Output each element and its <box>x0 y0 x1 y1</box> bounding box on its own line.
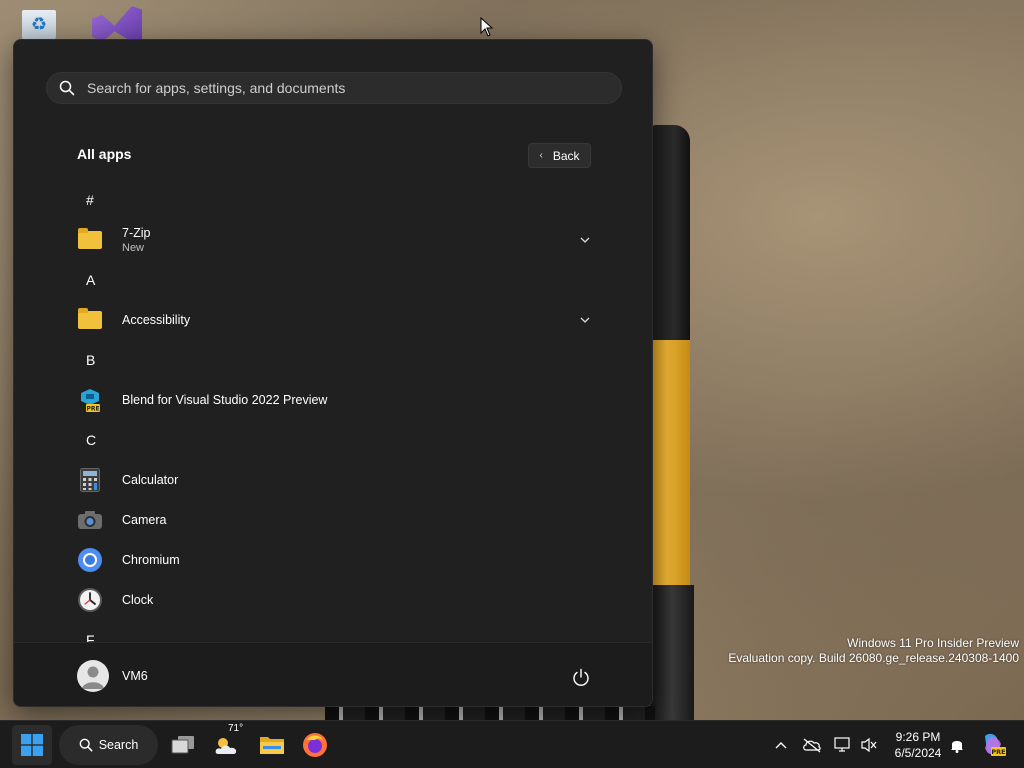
notifications-button[interactable] <box>946 721 968 768</box>
recycle-bin-icon[interactable]: ♻ <box>18 6 68 42</box>
back-button-label: Back <box>552 148 580 163</box>
calculator-icon <box>77 467 103 493</box>
mouse-cursor-icon <box>480 17 494 37</box>
user-account-button[interactable]: VM6 <box>77 660 148 692</box>
network-icon <box>834 737 850 752</box>
search-icon <box>47 72 87 104</box>
section-letter[interactable]: # <box>14 180 652 220</box>
section-letter[interactable]: F <box>14 620 652 642</box>
start-menu: All apps ‹ Back # 7-Zip New A Accessibil… <box>13 39 653 707</box>
wallpaper-detail <box>325 706 655 720</box>
wallpaper-detail <box>650 585 694 720</box>
app-name: Camera <box>122 513 167 527</box>
app-new-badge: New <box>122 242 145 254</box>
chevron-up-icon <box>775 742 787 749</box>
avatar <box>77 660 109 692</box>
clock-date: 6/5/2024 <box>894 746 942 760</box>
chromium-icon <box>77 547 103 573</box>
taskbar-search-button[interactable]: Search <box>59 725 158 765</box>
task-view-icon <box>171 736 194 754</box>
clock-time: 9:26 PM <box>895 730 941 744</box>
app-item-accessibility[interactable]: Accessibility <box>14 300 652 340</box>
app-item-7zip[interactable]: 7-Zip New <box>14 220 652 260</box>
show-hidden-icons-button[interactable] <box>770 721 792 768</box>
app-name: Calculator <box>122 473 179 487</box>
watermark-line-1: Windows 11 Pro Insider Preview <box>847 636 1019 650</box>
app-name: Accessibility <box>122 313 191 327</box>
start-button[interactable] <box>12 725 52 765</box>
onedrive-status-button[interactable] <box>800 721 824 768</box>
svg-text:PRE: PRE <box>86 406 99 413</box>
weather-widget-button[interactable]: 71° <box>210 723 244 765</box>
file-explorer-icon <box>260 737 284 754</box>
wallpaper-detail <box>650 125 690 345</box>
app-item-clock[interactable]: Clock <box>14 580 652 620</box>
search-input[interactable] <box>87 80 621 96</box>
volume-muted-icon <box>861 737 877 753</box>
taskbar-clock[interactable]: 9:26 PM 6/5/2024 <box>888 729 948 761</box>
power-icon[interactable] <box>570 667 592 689</box>
section-letter[interactable]: C <box>14 420 652 460</box>
section-letter[interactable]: A <box>14 260 652 300</box>
app-name: Chromium <box>122 553 180 567</box>
app-name: 7-Zip <box>122 226 151 240</box>
section-letter[interactable]: B <box>14 340 652 380</box>
app-item-calculator[interactable]: Calculator <box>14 460 652 500</box>
clock-icon <box>77 587 103 613</box>
volume-button[interactable] <box>858 721 880 768</box>
app-item-chromium[interactable]: Chromium <box>14 540 652 580</box>
display-network-button[interactable] <box>832 721 854 768</box>
visual-studio-desktop-icon[interactable] <box>90 6 142 42</box>
copilot-icon: PRE <box>985 733 1006 756</box>
taskbar-search-label: Search <box>98 738 139 752</box>
weather-temperature: 71° <box>228 723 244 734</box>
app-list[interactable]: # 7-Zip New A Accessibility B PRE Blend … <box>14 180 652 642</box>
start-footer: VM6 <box>14 642 652 706</box>
file-explorer-button[interactable] <box>255 725 289 765</box>
page-title: All apps <box>77 146 132 162</box>
start-search-box[interactable] <box>46 72 622 104</box>
wallpaper-detail <box>650 340 690 590</box>
chevron-left-icon: ‹ <box>539 150 543 161</box>
firefox-button[interactable] <box>298 725 332 765</box>
blend-vs-icon: PRE <box>77 387 103 413</box>
back-button[interactable]: ‹ Back <box>528 143 591 168</box>
folder-icon <box>77 227 103 253</box>
app-name: Blend for Visual Studio 2022 Preview <box>122 393 328 407</box>
windows-logo-icon <box>21 734 43 756</box>
copilot-button[interactable]: PRE <box>976 721 1010 768</box>
search-icon <box>79 738 93 752</box>
taskbar: Search 71° 9:26 PM 6/5/2024 PRE <box>0 720 1024 768</box>
app-name: Clock <box>122 593 154 607</box>
chevron-down-icon[interactable] <box>577 232 593 248</box>
firefox-icon <box>303 733 327 757</box>
camera-icon <box>77 507 103 533</box>
task-view-button[interactable] <box>168 725 198 765</box>
user-name: VM6 <box>122 669 148 683</box>
bell-icon <box>951 741 963 753</box>
cloud-offline-icon <box>803 738 821 753</box>
app-item-camera[interactable]: Camera <box>14 500 652 540</box>
svg-text:PRE: PRE <box>991 748 1005 756</box>
folder-icon <box>77 307 103 333</box>
watermark-line-2: Evaluation copy. Build 26080.ge_release.… <box>728 651 1019 665</box>
app-item-blend[interactable]: PRE Blend for Visual Studio 2022 Preview <box>14 380 652 420</box>
evaluation-watermark: Windows 11 Pro Insider Preview Evaluatio… <box>728 636 1019 666</box>
chevron-down-icon[interactable] <box>577 312 593 328</box>
weather-partly-cloudy-icon <box>215 738 237 754</box>
